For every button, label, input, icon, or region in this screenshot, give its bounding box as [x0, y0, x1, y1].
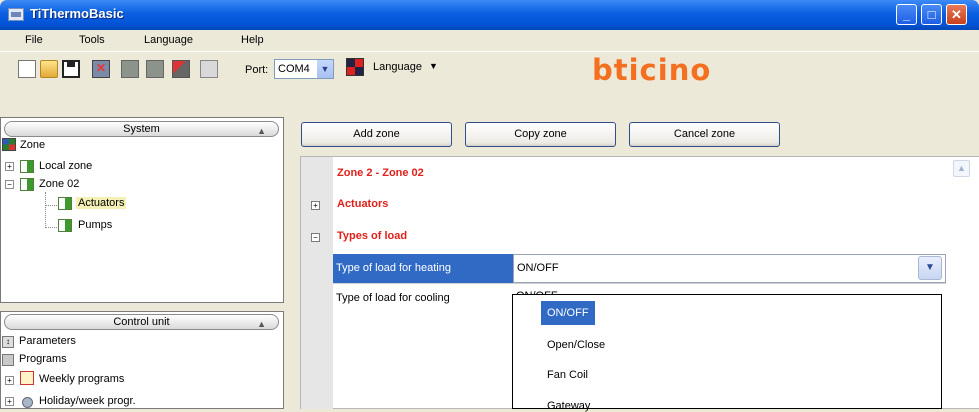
zone-root-icon [2, 138, 16, 151]
port-select[interactable]: COM4 ▼ [274, 59, 334, 79]
port-value: COM4 [278, 63, 310, 75]
dropdown-option-gateway[interactable]: Gateway [547, 400, 590, 412]
cancel-zone-button[interactable]: Cancel zone [629, 122, 780, 147]
save-icon[interactable] [62, 60, 80, 78]
control-unit-pane-header[interactable]: Control unit ▲ [4, 314, 279, 330]
menu-file[interactable]: File [25, 34, 43, 46]
zone-heading: Zone 2 - Zone 02 [337, 167, 424, 179]
tree-node-actuators[interactable]: Actuators [76, 197, 127, 209]
tree-node-parameters[interactable]: Parameters [19, 335, 76, 347]
collapse-icon[interactable]: − [311, 233, 320, 242]
actuator-icon [58, 197, 72, 210]
zone-icon [20, 178, 34, 191]
tree-line [45, 205, 57, 206]
zone-icon [20, 160, 34, 173]
row-divider [333, 283, 946, 284]
write-icon[interactable] [172, 60, 190, 78]
chevron-down-icon[interactable]: ▼ [317, 60, 333, 78]
system-pane-title: System [123, 123, 160, 135]
language-flag-icon[interactable] [346, 58, 364, 76]
heating-value: ON/OFF [517, 262, 559, 274]
maximize-button[interactable]: □ [921, 4, 942, 25]
menu-tools[interactable]: Tools [79, 34, 105, 46]
copy-zone-button[interactable]: Copy zone [465, 122, 616, 147]
menu-help[interactable]: Help [241, 34, 264, 46]
section-types-of-load[interactable]: Types of load [337, 230, 407, 242]
parameters-icon: ↕ [2, 336, 14, 348]
app-icon [8, 8, 24, 21]
chevron-up-icon[interactable]: ▲ [257, 124, 266, 139]
tree-node-zone02[interactable]: Zone 02 [39, 178, 79, 190]
tree-node-holiday-programs[interactable]: Holiday/week progr. [39, 395, 136, 407]
delete-icon[interactable] [92, 60, 110, 78]
section-actuators[interactable]: Actuators [337, 198, 388, 210]
grid-margin [301, 157, 333, 409]
tree-node-programs[interactable]: Programs [19, 353, 67, 365]
disabled-tool-icon-2[interactable] [146, 60, 164, 78]
title-bar[interactable] [0, 0, 979, 30]
tree-line [45, 227, 57, 228]
brand-logo: bticino [592, 53, 712, 87]
tree-node-local-zone[interactable]: Local zone [39, 160, 92, 172]
dropdown-option-open-close[interactable]: Open/Close [547, 339, 605, 351]
disabled-tool-icon[interactable] [121, 60, 139, 78]
system-pane-header[interactable]: System ▲ [4, 121, 279, 137]
expand-icon[interactable]: + [311, 201, 320, 210]
window-title: TiThermoBasic [30, 6, 124, 21]
expand-icon[interactable]: + [5, 397, 14, 406]
close-button[interactable]: ✕ [946, 4, 967, 25]
add-zone-button[interactable]: Add zone [301, 122, 452, 147]
heating-value-field[interactable]: ON/OFF [513, 254, 946, 283]
new-file-icon[interactable] [18, 60, 36, 78]
scroll-up-icon[interactable]: ▲ [953, 160, 970, 177]
port-label: Port: [245, 64, 269, 76]
expand-icon[interactable]: + [5, 162, 14, 171]
minimize-button[interactable]: _ [896, 4, 917, 25]
property-row-heating[interactable]: Type of load for heating [333, 254, 513, 283]
tree-node-pumps[interactable]: Pumps [78, 219, 112, 231]
tree-line [45, 192, 46, 228]
language-dropdown[interactable]: Language [373, 61, 422, 73]
open-folder-icon[interactable] [40, 60, 58, 78]
tree-node-weekly-programs[interactable]: Weekly programs [39, 373, 124, 385]
cooling-label[interactable]: Type of load for cooling [336, 292, 450, 304]
chevron-down-icon[interactable]: ▼ [429, 61, 438, 71]
chevron-up-icon[interactable]: ▲ [257, 317, 266, 332]
dropdown-option-fan-coil[interactable]: Fan Coil [547, 369, 588, 381]
dropdown-option-onoff[interactable]: ON/OFF [547, 307, 589, 319]
document-icon[interactable] [200, 60, 218, 78]
pump-icon [58, 219, 72, 232]
programs-icon [2, 354, 14, 366]
heating-label: Type of load for heating [336, 262, 451, 274]
chevron-down-icon[interactable]: ▼ [918, 256, 942, 280]
tree-node-zone[interactable]: Zone [20, 139, 45, 151]
menu-language[interactable]: Language [144, 34, 193, 46]
control-unit-pane-title: Control unit [113, 316, 170, 328]
calendar-icon [20, 371, 34, 385]
holiday-icon [22, 397, 33, 408]
collapse-icon[interactable]: − [5, 180, 14, 189]
expand-icon[interactable]: + [5, 376, 14, 385]
